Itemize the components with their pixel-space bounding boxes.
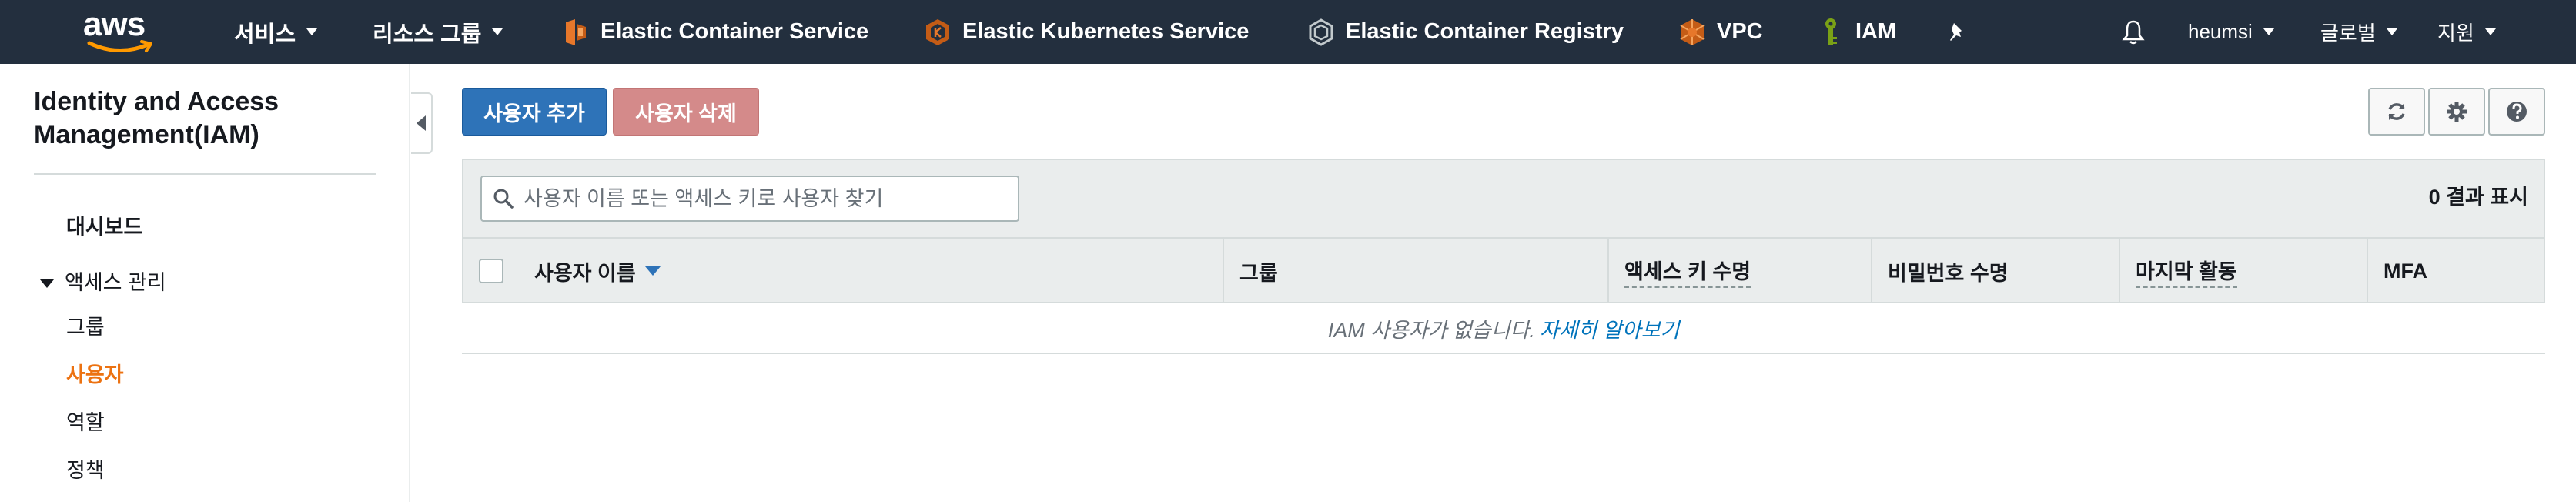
search-icon (493, 189, 514, 209)
services-menu-label: 서비스 (234, 22, 296, 47)
pinned-service-label: Elastic Container Service (601, 19, 869, 44)
sidebar-divider (34, 173, 376, 175)
settings-button[interactable] (2428, 88, 2485, 136)
user-search-input[interactable] (524, 186, 1016, 211)
caret-down-icon (40, 279, 54, 289)
column-header-label: 비밀번호 수명 (1888, 261, 2009, 285)
table-header-row: 사용자 이름 그룹 액세스 키 수명 비밀번호 수명 마지막 활동 MFA (463, 237, 2544, 303)
resource-groups-menu[interactable]: 리소스 그룹 (373, 0, 503, 64)
pinned-service-eks[interactable]: Elastic Kubernetes Service (924, 0, 1249, 64)
column-header-access-key-age[interactable]: 액세스 키 수명 (1607, 239, 1871, 303)
help-button[interactable] (2488, 88, 2545, 136)
sidebar-section-access-management[interactable]: 액세스 관리 (40, 266, 166, 296)
support-menu[interactable]: 지원 (2437, 0, 2496, 64)
region-menu-label: 글로벌 (2320, 22, 2376, 45)
sidebar-collapse-button[interactable] (411, 92, 433, 154)
sort-descending-icon (644, 266, 661, 276)
eks-icon (924, 17, 952, 48)
sidebar-item-policies[interactable]: 정책 (66, 453, 105, 484)
aws-logo-text: aws (83, 5, 146, 43)
pin-shortcuts-button[interactable] (1945, 0, 1968, 64)
result-count: 0 결과 표시 (2428, 186, 2528, 209)
column-header-label: 사용자 이름 (534, 261, 636, 285)
account-menu-label: heumsi (2188, 20, 2253, 43)
pin-icon (1950, 22, 1962, 41)
user-search-box[interactable] (480, 176, 1019, 222)
pinned-service-ecs[interactable]: Elastic Container Service (562, 0, 868, 64)
region-menu[interactable]: 글로벌 (2320, 0, 2397, 64)
account-menu[interactable]: heumsi (2188, 0, 2274, 64)
chevron-down-icon (306, 28, 318, 35)
chevron-down-icon (2484, 28, 2496, 35)
ecr-icon (1307, 17, 1335, 48)
aws-logo[interactable]: aws (83, 8, 157, 57)
caret-left-icon (417, 115, 426, 131)
empty-table-message: IAM 사용자가 없습니다. 자세히 알아보기 (462, 303, 2545, 354)
pinned-service-label: VPC (1717, 19, 1763, 44)
chevron-down-icon (2263, 28, 2274, 35)
column-header-label: 그룹 (1239, 261, 1278, 285)
vpc-icon (1678, 17, 1706, 48)
chevron-down-icon (2386, 28, 2397, 35)
column-header-label: 마지막 활동 (2136, 255, 2237, 288)
pinned-service-iam[interactable]: IAM (1817, 0, 1896, 64)
pinned-service-ecr[interactable]: Elastic Container Registry (1307, 0, 1624, 64)
column-header-label: MFA (2384, 259, 2427, 283)
column-header-groups[interactable]: 그룹 (1223, 239, 1607, 303)
add-user-button[interactable]: 사용자 추가 (462, 88, 607, 136)
notifications-button[interactable] (2122, 0, 2145, 64)
chevron-down-icon (492, 28, 503, 35)
column-header-last-activity[interactable]: 마지막 활동 (2119, 239, 2367, 303)
sidebar-item-dashboard[interactable]: 대시보드 (66, 210, 142, 240)
empty-text: IAM 사용자가 없습니다. (1327, 318, 1535, 342)
pinned-service-label: IAM (1855, 19, 1897, 44)
ecs-icon (562, 17, 590, 48)
sidebar-section-label: 액세스 관리 (65, 271, 166, 294)
learn-more-link[interactable]: 자세히 알아보기 (1540, 313, 1679, 343)
pinned-service-label: Elastic Kubernetes Service (962, 19, 1250, 44)
sidebar-title[interactable]: Identity and Access Management(IAM) (34, 85, 373, 152)
sidebar-item-users[interactable]: 사용자 (66, 358, 124, 388)
sidebar: Identity and Access Management(IAM) 대시보드… (0, 64, 410, 502)
bell-icon (2122, 20, 2145, 44)
column-header-mfa[interactable]: MFA (2367, 239, 2544, 303)
resource-groups-menu-label: 리소스 그룹 (373, 22, 482, 47)
pinned-service-label: Elastic Container Registry (1346, 19, 1624, 44)
column-header-user-name[interactable]: 사용자 이름 (519, 239, 1276, 303)
select-all-checkbox[interactable] (479, 259, 503, 283)
support-menu-label: 지원 (2437, 22, 2474, 45)
iam-icon (1817, 17, 1845, 48)
refresh-icon (2388, 103, 2405, 120)
gear-icon (2447, 102, 2467, 122)
column-header-password-age[interactable]: 비밀번호 수명 (1871, 239, 2119, 303)
refresh-button[interactable] (2368, 88, 2425, 136)
column-header-label: 액세스 키 수명 (1624, 255, 1751, 288)
sidebar-item-roles[interactable]: 역할 (66, 406, 105, 436)
delete-user-button[interactable]: 사용자 삭제 (613, 88, 759, 136)
help-icon (2507, 102, 2527, 122)
pinned-service-vpc[interactable]: VPC (1678, 0, 1763, 64)
users-table-panel: 0 결과 표시 사용자 이름 그룹 액세스 키 수명 비밀번호 수명 마지막 활… (462, 159, 2545, 303)
services-menu[interactable]: 서비스 (234, 0, 318, 64)
sidebar-item-groups[interactable]: 그룹 (66, 310, 105, 340)
top-navigation-bar: aws 서비스 리소스 그룹 Elastic Container Service… (0, 0, 2576, 64)
aws-smile-icon (87, 40, 152, 53)
